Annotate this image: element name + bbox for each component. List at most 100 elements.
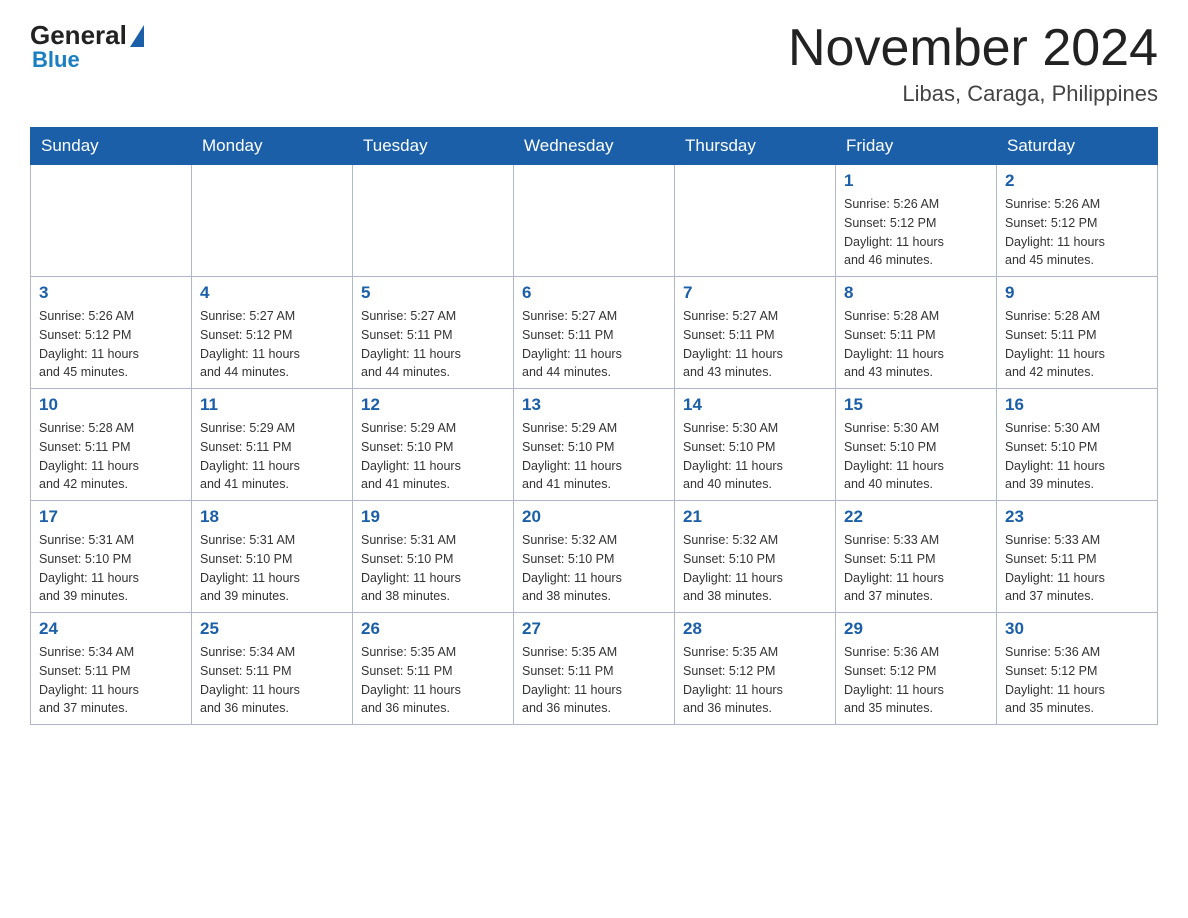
day-number: 14 — [683, 395, 827, 415]
calendar-cell: 16 Sunrise: 5:30 AMSunset: 5:10 PMDayligh… — [997, 389, 1158, 501]
column-header-saturday: Saturday — [997, 128, 1158, 165]
calendar-cell: 17 Sunrise: 5:31 AMSunset: 5:10 PMDayligh… — [31, 501, 192, 613]
calendar-cell — [192, 165, 353, 277]
day-info: Sunrise: 5:27 AMSunset: 5:11 PMDaylight:… — [361, 307, 505, 382]
day-number: 22 — [844, 507, 988, 527]
page-header: General Blue November 2024 Libas, Caraga… — [30, 20, 1158, 107]
calendar-cell: 14 Sunrise: 5:30 AMSunset: 5:10 PMDayligh… — [675, 389, 836, 501]
column-header-monday: Monday — [192, 128, 353, 165]
day-number: 17 — [39, 507, 183, 527]
day-number: 27 — [522, 619, 666, 639]
day-info: Sunrise: 5:34 AMSunset: 5:11 PMDaylight:… — [39, 643, 183, 718]
day-info: Sunrise: 5:26 AMSunset: 5:12 PMDaylight:… — [844, 195, 988, 270]
day-info: Sunrise: 5:36 AMSunset: 5:12 PMDaylight:… — [844, 643, 988, 718]
day-info: Sunrise: 5:30 AMSunset: 5:10 PMDaylight:… — [844, 419, 988, 494]
day-info: Sunrise: 5:31 AMSunset: 5:10 PMDaylight:… — [200, 531, 344, 606]
day-info: Sunrise: 5:36 AMSunset: 5:12 PMDaylight:… — [1005, 643, 1149, 718]
calendar-cell: 10Sunrise: 5:28 AMSunset: 5:11 PMDayligh… — [31, 389, 192, 501]
calendar-cell: 27 Sunrise: 5:35 AMSunset: 5:11 PMDayligh… — [514, 613, 675, 725]
calendar-cell: 8 Sunrise: 5:28 AMSunset: 5:11 PMDaylight… — [836, 277, 997, 389]
logo-blue-text: Blue — [32, 47, 80, 73]
day-info: Sunrise: 5:34 AMSunset: 5:11 PMDaylight:… — [200, 643, 344, 718]
calendar-cell: 12Sunrise: 5:29 AMSunset: 5:10 PMDayligh… — [353, 389, 514, 501]
day-info: Sunrise: 5:35 AMSunset: 5:12 PMDaylight:… — [683, 643, 827, 718]
day-info: Sunrise: 5:28 AMSunset: 5:11 PMDaylight:… — [39, 419, 183, 494]
calendar-cell: 22 Sunrise: 5:33 AMSunset: 5:11 PMDayligh… — [836, 501, 997, 613]
week-row-4: 24Sunrise: 5:34 AMSunset: 5:11 PMDayligh… — [31, 613, 1158, 725]
calendar-cell: 15Sunrise: 5:30 AMSunset: 5:10 PMDayligh… — [836, 389, 997, 501]
calendar-cell — [514, 165, 675, 277]
day-info: Sunrise: 5:27 AMSunset: 5:11 PMDaylight:… — [522, 307, 666, 382]
calendar-cell: 11 Sunrise: 5:29 AMSunset: 5:11 PMDayligh… — [192, 389, 353, 501]
calendar-cell: 5 Sunrise: 5:27 AMSunset: 5:11 PMDaylight… — [353, 277, 514, 389]
day-number: 18 — [200, 507, 344, 527]
column-header-sunday: Sunday — [31, 128, 192, 165]
calendar-cell: 20Sunrise: 5:32 AMSunset: 5:10 PMDayligh… — [514, 501, 675, 613]
day-number: 9 — [1005, 283, 1149, 303]
calendar-cell: 4Sunrise: 5:27 AMSunset: 5:12 PMDaylight… — [192, 277, 353, 389]
day-number: 30 — [1005, 619, 1149, 639]
day-number: 25 — [200, 619, 344, 639]
day-number: 7 — [683, 283, 827, 303]
day-number: 6 — [522, 283, 666, 303]
day-info: Sunrise: 5:28 AMSunset: 5:11 PMDaylight:… — [844, 307, 988, 382]
calendar-cell — [31, 165, 192, 277]
calendar-body: 1 Sunrise: 5:26 AMSunset: 5:12 PMDaylight… — [31, 165, 1158, 725]
day-number: 21 — [683, 507, 827, 527]
location-text: Libas, Caraga, Philippines — [788, 81, 1158, 107]
logo: General Blue — [30, 20, 144, 73]
day-number: 8 — [844, 283, 988, 303]
day-info: Sunrise: 5:35 AMSunset: 5:11 PMDaylight:… — [522, 643, 666, 718]
day-number: 16 — [1005, 395, 1149, 415]
calendar-cell: 24Sunrise: 5:34 AMSunset: 5:11 PMDayligh… — [31, 613, 192, 725]
day-number: 5 — [361, 283, 505, 303]
day-number: 20 — [522, 507, 666, 527]
day-info: Sunrise: 5:33 AMSunset: 5:11 PMDaylight:… — [844, 531, 988, 606]
calendar-cell: 21 Sunrise: 5:32 AMSunset: 5:10 PMDayligh… — [675, 501, 836, 613]
day-info: Sunrise: 5:30 AMSunset: 5:10 PMDaylight:… — [683, 419, 827, 494]
day-info: Sunrise: 5:28 AMSunset: 5:11 PMDaylight:… — [1005, 307, 1149, 382]
logo-triangle-icon — [130, 25, 144, 47]
day-info: Sunrise: 5:32 AMSunset: 5:10 PMDaylight:… — [683, 531, 827, 606]
week-row-1: 3Sunrise: 5:26 AMSunset: 5:12 PMDaylight… — [31, 277, 1158, 389]
calendar-cell: 9 Sunrise: 5:28 AMSunset: 5:11 PMDaylight… — [997, 277, 1158, 389]
day-info: Sunrise: 5:29 AMSunset: 5:11 PMDaylight:… — [200, 419, 344, 494]
day-info: Sunrise: 5:30 AMSunset: 5:10 PMDaylight:… — [1005, 419, 1149, 494]
day-number: 3 — [39, 283, 183, 303]
calendar-cell: 26Sunrise: 5:35 AMSunset: 5:11 PMDayligh… — [353, 613, 514, 725]
day-info: Sunrise: 5:27 AMSunset: 5:12 PMDaylight:… — [200, 307, 344, 382]
day-number: 1 — [844, 171, 988, 191]
column-header-thursday: Thursday — [675, 128, 836, 165]
calendar-cell: 2Sunrise: 5:26 AMSunset: 5:12 PMDaylight… — [997, 165, 1158, 277]
day-info: Sunrise: 5:29 AMSunset: 5:10 PMDaylight:… — [522, 419, 666, 494]
calendar-cell: 6 Sunrise: 5:27 AMSunset: 5:11 PMDaylight… — [514, 277, 675, 389]
calendar-cell: 18 Sunrise: 5:31 AMSunset: 5:10 PMDayligh… — [192, 501, 353, 613]
day-number: 23 — [1005, 507, 1149, 527]
calendar-table: SundayMondayTuesdayWednesdayThursdayFrid… — [30, 127, 1158, 725]
column-header-wednesday: Wednesday — [514, 128, 675, 165]
calendar-cell: 29Sunrise: 5:36 AMSunset: 5:12 PMDayligh… — [836, 613, 997, 725]
calendar-cell: 1 Sunrise: 5:26 AMSunset: 5:12 PMDaylight… — [836, 165, 997, 277]
calendar-cell: 13Sunrise: 5:29 AMSunset: 5:10 PMDayligh… — [514, 389, 675, 501]
calendar-cell: 23 Sunrise: 5:33 AMSunset: 5:11 PMDayligh… — [997, 501, 1158, 613]
column-header-friday: Friday — [836, 128, 997, 165]
day-number: 19 — [361, 507, 505, 527]
day-number: 11 — [200, 395, 344, 415]
title-area: November 2024 Libas, Caraga, Philippines — [788, 20, 1158, 107]
calendar-cell: 19Sunrise: 5:31 AMSunset: 5:10 PMDayligh… — [353, 501, 514, 613]
day-number: 28 — [683, 619, 827, 639]
calendar-cell — [675, 165, 836, 277]
day-info: Sunrise: 5:27 AMSunset: 5:11 PMDaylight:… — [683, 307, 827, 382]
day-info: Sunrise: 5:29 AMSunset: 5:10 PMDaylight:… — [361, 419, 505, 494]
column-header-tuesday: Tuesday — [353, 128, 514, 165]
week-row-0: 1 Sunrise: 5:26 AMSunset: 5:12 PMDaylight… — [31, 165, 1158, 277]
day-info: Sunrise: 5:26 AMSunset: 5:12 PMDaylight:… — [1005, 195, 1149, 270]
day-info: Sunrise: 5:33 AMSunset: 5:11 PMDaylight:… — [1005, 531, 1149, 606]
day-info: Sunrise: 5:31 AMSunset: 5:10 PMDaylight:… — [39, 531, 183, 606]
day-info: Sunrise: 5:35 AMSunset: 5:11 PMDaylight:… — [361, 643, 505, 718]
week-row-3: 17 Sunrise: 5:31 AMSunset: 5:10 PMDayligh… — [31, 501, 1158, 613]
calendar-cell — [353, 165, 514, 277]
month-title: November 2024 — [788, 20, 1158, 77]
calendar-cell: 30 Sunrise: 5:36 AMSunset: 5:12 PMDayligh… — [997, 613, 1158, 725]
calendar-cell: 3Sunrise: 5:26 AMSunset: 5:12 PMDaylight… — [31, 277, 192, 389]
